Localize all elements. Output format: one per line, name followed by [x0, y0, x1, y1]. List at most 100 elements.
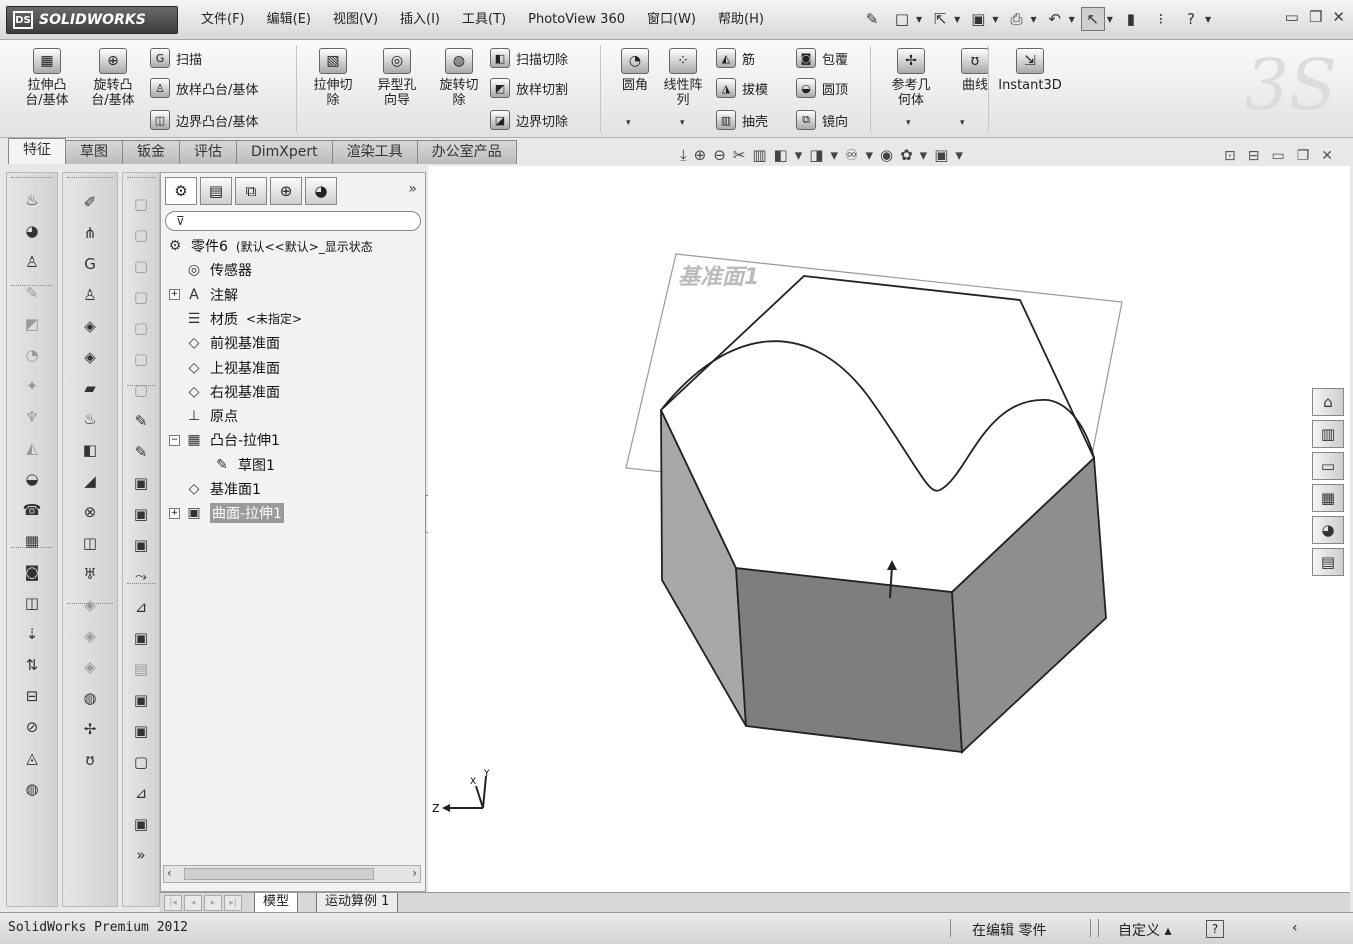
tree-right-plane[interactable]: ◇ 右视基准面: [169, 381, 280, 403]
dropdown-arrow-icon[interactable]: ▾: [920, 146, 928, 164]
toolbar-tool-icon[interactable]: ⋔: [79, 222, 101, 244]
menu-view[interactable]: 视图(V): [322, 10, 389, 30]
toolbar-tool-icon[interactable]: ⊿: [130, 596, 152, 618]
hud-view-icon[interactable]: ▥: [752, 146, 766, 164]
undo-icon[interactable]: ↶: [1043, 7, 1067, 31]
sweep-button[interactable]: G 扫描: [150, 46, 202, 70]
toolbar-tool-icon[interactable]: ◫: [21, 592, 43, 614]
dropdown-arrow-icon[interactable]: ▾: [795, 146, 803, 164]
hud-view-icon[interactable]: ✿: [900, 146, 913, 164]
tree-part[interactable]: ⚙ 零件6 (默认<<默认>_显示状态: [165, 235, 373, 257]
hud-view-icon[interactable]: ◉: [880, 146, 893, 164]
hud-view-icon[interactable]: ⊖: [713, 146, 726, 164]
hud-view-icon[interactable]: ▣: [934, 146, 948, 164]
toolbar-tool-icon[interactable]: ◧: [79, 439, 101, 461]
menu-insert[interactable]: 插入(I): [389, 10, 451, 30]
display-manager-tab-icon[interactable]: ◕: [305, 177, 337, 205]
expand-toggle-icon[interactable]: −: [169, 434, 180, 446]
shell-button[interactable]: ▥ 抽壳: [716, 108, 768, 132]
toolbar-tool-icon[interactable]: ✎: [130, 441, 152, 463]
first-tab-icon[interactable]: |◂: [164, 895, 182, 911]
toolbar-tool-icon[interactable]: ▣: [130, 813, 152, 835]
toolbar-tool-icon[interactable]: ◢: [79, 470, 101, 492]
hud-view-icon[interactable]: ◨: [809, 146, 823, 164]
toolbar-tool-icon[interactable]: ◕: [21, 220, 43, 242]
toolbar-grip[interactable]: [67, 177, 113, 180]
hud-view-icon[interactable]: ◧: [774, 146, 788, 164]
units-selector[interactable]: 自定义 ▴: [1118, 920, 1171, 940]
linear-pattern-button[interactable]: ⁘ 线性阵 列: [652, 48, 714, 108]
draft-button[interactable]: ◮ 拔模: [716, 76, 768, 100]
revolve-cut-button[interactable]: ◍ 旋转切 除: [428, 48, 490, 108]
dome-button[interactable]: ◒ 圆顶: [796, 76, 848, 100]
dropdown-arrow-icon[interactable]: ▾: [865, 146, 873, 164]
tab-dimxpert[interactable]: DimXpert: [236, 140, 333, 164]
toolbar-tool-icon[interactable]: ✦: [21, 375, 43, 397]
rebuild-icon[interactable]: ▮: [1119, 7, 1143, 31]
tab-evaluate[interactable]: 评估: [179, 140, 237, 164]
minimize-icon[interactable]: ▭: [1285, 8, 1299, 26]
dimxpert-manager-tab-icon[interactable]: ⊕: [270, 177, 302, 205]
toolbar-tool-icon[interactable]: ⊟: [21, 685, 43, 707]
property-manager-tab-icon[interactable]: ▤: [200, 177, 232, 205]
toolbar-tool-icon[interactable]: G: [79, 253, 101, 275]
tree-front-plane[interactable]: ◇ 前视基准面: [169, 332, 280, 354]
tab-office-products[interactable]: 办公室产品: [416, 140, 517, 164]
toolbar-tool-icon[interactable]: ▢: [130, 255, 152, 277]
toolbar-tool-icon[interactable]: ⊘: [21, 716, 43, 738]
menu-file[interactable]: 文件(F): [190, 10, 256, 30]
toolbar-tool-icon[interactable]: ʊ: [79, 749, 101, 771]
toolbar-grip[interactable]: [11, 547, 53, 550]
wrap-button[interactable]: ◙ 包覆: [796, 46, 848, 70]
toolbar-tool-icon[interactable]: ▢: [130, 379, 152, 401]
toolbar-tool-icon[interactable]: ✐: [79, 191, 101, 213]
tree-annotations[interactable]: + A 注解: [169, 284, 238, 306]
toolbar-tool-icon[interactable]: ▢: [130, 193, 152, 215]
tab-sheet-metal[interactable]: 钣金: [122, 140, 180, 164]
scroll-left-icon[interactable]: ‹: [167, 866, 172, 880]
boundary-cut-button[interactable]: ◪ 边界切除: [490, 108, 568, 132]
tree-sensors[interactable]: ◎ 传感器: [169, 259, 252, 281]
toolbar-tool-icon[interactable]: ▣: [130, 627, 152, 649]
toolbar-tool-icon[interactable]: ◔: [21, 344, 43, 366]
loft-boss-button[interactable]: ♙ 放样凸台/基体: [150, 76, 258, 100]
dropdown-arrow-icon[interactable]: ▼: [1069, 15, 1075, 24]
toolbar-tool-icon[interactable]: ▢: [130, 348, 152, 370]
open-icon[interactable]: ⇱: [928, 7, 952, 31]
swept-cut-button[interactable]: ◧ 扫描切除: [490, 46, 568, 70]
toolbar-tool-icon[interactable]: ◈: [79, 315, 101, 337]
toolbar-tool-icon[interactable]: ♙: [21, 251, 43, 273]
tree-boss-extrude1[interactable]: − ▦ 凸台-拉伸1: [169, 429, 280, 451]
menu-edit[interactable]: 编辑(E): [256, 10, 322, 30]
hud-view-icon[interactable]: ♾: [845, 146, 858, 164]
dropdown-arrow-icon[interactable]: ▾: [680, 118, 685, 128]
configuration-manager-tab-icon[interactable]: ⧉: [235, 177, 267, 205]
tree-material[interactable]: ☰ 材质 <未指定>: [169, 308, 302, 330]
toolbar-tool-icon[interactable]: ▣: [130, 720, 152, 742]
toolbar-grip[interactable]: [127, 385, 155, 388]
tab-motion-study-1[interactable]: 运动算例 1: [316, 893, 399, 913]
boundary-boss-button[interactable]: ◫ 边界凸台/基体: [150, 108, 258, 132]
mirror-button[interactable]: ⧉ 镜向: [796, 108, 848, 132]
menu-help[interactable]: 帮助(H): [707, 10, 775, 30]
select-icon[interactable]: ↖: [1080, 7, 1105, 31]
extrude-cut-button[interactable]: ▧ 拉伸切 除: [302, 48, 364, 108]
toolbar-tool-icon[interactable]: ◈: [79, 346, 101, 368]
scroll-right-icon[interactable]: ›: [412, 866, 417, 880]
expand-toggle-icon[interactable]: +: [169, 289, 180, 301]
toolbar-tool-icon[interactable]: ▢: [130, 286, 152, 308]
new-document-icon[interactable]: □: [890, 7, 914, 31]
toolbar-tool-icon[interactable]: ▢: [130, 317, 152, 339]
toolbar-tool-icon[interactable]: »: [130, 844, 152, 866]
revolve-boss-button[interactable]: ⊕ 旋转凸 台/基体: [82, 48, 144, 108]
help-icon[interactable]: ?: [1206, 920, 1224, 938]
scroll-thumb[interactable]: [184, 868, 374, 880]
dropdown-arrow-icon[interactable]: ▼: [992, 15, 998, 24]
toolbar-tool-icon[interactable]: ◬: [21, 747, 43, 769]
restore-icon[interactable]: ❐: [1297, 148, 1310, 164]
lofted-cut-button[interactable]: ◩ 放样切割: [490, 76, 568, 100]
toolbar-tool-icon[interactable]: ♨: [79, 408, 101, 430]
solidworks-logo[interactable]: DS SOLIDWORKS: [6, 6, 178, 34]
toolbar-grip[interactable]: [11, 285, 53, 288]
status-scroll-icon[interactable]: ‹: [1292, 920, 1298, 936]
